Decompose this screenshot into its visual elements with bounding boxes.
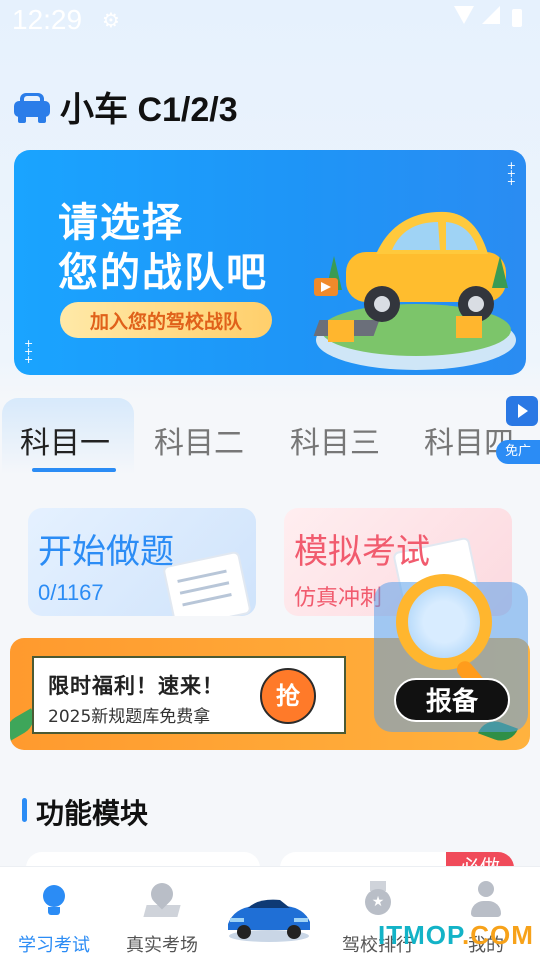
status-time: 12:29 bbox=[12, 4, 83, 35]
mock-exam-title: 模拟考试 bbox=[294, 532, 430, 572]
watermark-suffix: .COM bbox=[461, 920, 534, 950]
register-button[interactable]: 报备 bbox=[394, 678, 510, 722]
nav-study-exam[interactable]: 学习考试 bbox=[4, 881, 104, 957]
gear-icon: ⚙ bbox=[102, 8, 120, 32]
car-illustration bbox=[313, 211, 516, 370]
team-banner[interactable]: 请选择 您的战队吧 加入您的驾校战队 + + + + + + bbox=[14, 150, 526, 375]
license-type-title[interactable]: 小车 C1/2/3 bbox=[60, 82, 238, 131]
watermark: ITMOP.COM bbox=[378, 920, 534, 951]
nav-real-exam-site[interactable]: 真实考场 bbox=[112, 878, 212, 957]
tab-subject-3[interactable]: 科目三 bbox=[290, 418, 380, 462]
grab-button[interactable]: 抢 bbox=[260, 668, 316, 724]
ad-free-label[interactable]: 免广告 bbox=[496, 440, 540, 464]
active-tab-indicator bbox=[32, 468, 116, 472]
person-icon bbox=[467, 881, 505, 919]
ad-free-text: 免广告 bbox=[505, 444, 531, 459]
tab-subject-2[interactable]: 科目二 bbox=[154, 418, 244, 462]
paper-icon bbox=[162, 550, 252, 616]
practice-progress: 0/1167 bbox=[38, 580, 104, 605]
join-team-button[interactable]: 加入您的驾校战队 bbox=[60, 302, 272, 338]
magnifier-icon bbox=[396, 574, 492, 670]
tv-icon bbox=[506, 396, 538, 426]
battery-icon bbox=[512, 9, 522, 27]
car-center-icon[interactable] bbox=[224, 888, 314, 944]
nav-label: 学习考试 bbox=[18, 935, 90, 956]
section-accent-bar bbox=[22, 798, 27, 822]
wifi-icon bbox=[454, 6, 474, 24]
promo-title: 限时福利！速来！ bbox=[48, 674, 224, 698]
tab-subject-1[interactable]: 科目一 bbox=[20, 418, 110, 462]
start-practice-title: 开始做题 bbox=[38, 532, 174, 572]
subject-tabs: 科目一 科目二 科目三 科目四 bbox=[0, 398, 540, 478]
signal-icon bbox=[482, 6, 500, 24]
promo-subtitle: 2025新规题库免费拿 bbox=[48, 707, 211, 727]
start-practice-card[interactable]: 开始做题 0/1167 bbox=[28, 508, 256, 616]
car-icon bbox=[14, 91, 50, 123]
watermark-text: ITMOP bbox=[378, 920, 462, 950]
banner-headline-line2: 您的战队吧 bbox=[58, 250, 268, 296]
lightbulb-icon bbox=[35, 881, 73, 919]
medal-icon: ★ bbox=[359, 881, 397, 919]
nav-label: 真实考场 bbox=[126, 935, 198, 956]
floating-register-widget[interactable]: 报备 bbox=[374, 574, 528, 734]
map-pin-icon bbox=[143, 878, 181, 919]
section-title: 功能模块 bbox=[36, 797, 149, 830]
status-bar: 12:29 ⚙ bbox=[0, 0, 540, 44]
header[interactable]: 小车 C1/2/3 bbox=[14, 82, 238, 131]
sparkle-icon: + + + bbox=[24, 337, 34, 366]
status-icons bbox=[454, 6, 522, 27]
mock-exam-subtitle: 仿真冲刺 bbox=[294, 586, 383, 611]
